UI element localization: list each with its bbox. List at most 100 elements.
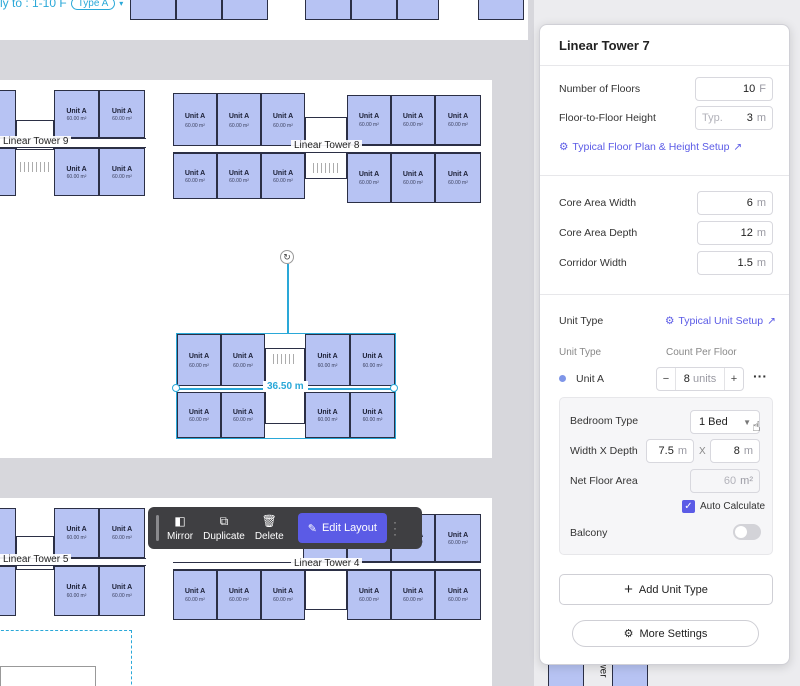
more-vertical-icon[interactable]: · · · — [393, 516, 397, 540]
unit-area: 60.00 m² — [403, 597, 423, 604]
unit-name: Unit A — [184, 112, 206, 120]
unit-cell[interactable]: Unit A60.00 m² — [54, 148, 99, 196]
typical-floor-link[interactable]: ⚙ Typical Floor Plan & Height Setup ↗ — [559, 141, 742, 153]
unit-name: Unit A — [184, 588, 206, 596]
tower-5[interactable]: Unit A 60.00 m² Unit A 60.00 m² Unit A 60.0… — [0, 508, 146, 616]
more-settings-button[interactable]: ⚙ More Settings — [572, 620, 759, 647]
unit-cell[interactable] — [548, 664, 584, 686]
unit-cell[interactable]: Unit A60.00 m² — [173, 570, 217, 620]
unit-cell[interactable] — [222, 0, 268, 20]
depth-input[interactable]: 8 m — [710, 439, 760, 463]
mirror-label: Mirror — [167, 531, 194, 542]
unit-name: Unit A — [184, 169, 206, 177]
core-depth-unit: m — [756, 227, 766, 239]
unit-cell[interactable]: Unit A60.00 m² — [391, 95, 435, 145]
delete-label: Delete — [254, 531, 284, 542]
unit-cell[interactable]: Unit A60.00 m² — [217, 93, 261, 147]
unit-cell[interactable]: Unit A60.00 m² — [435, 153, 481, 203]
unit-cell[interactable]: Unit A60.00 m² — [391, 153, 435, 203]
unit-cell[interactable]: Unit A60.00 m² — [435, 95, 481, 145]
corridor-value: 1.5 — [737, 257, 753, 269]
unit-cell[interactable] — [0, 566, 16, 616]
unit-cell[interactable]: Unit A60.00 m² — [435, 514, 481, 562]
unit-cell[interactable] — [478, 0, 524, 20]
width-input[interactable]: 7.5 m — [646, 439, 694, 463]
chevron-down-icon[interactable]: ▾ — [119, 0, 123, 8]
unit-cell[interactable] — [176, 0, 222, 20]
plus-icon[interactable]: + — [725, 373, 743, 385]
unit-cell[interactable] — [305, 0, 351, 20]
core-depth-input[interactable]: 12 m — [697, 221, 773, 245]
delete-button[interactable]: 🗑 Delete — [255, 514, 284, 542]
mirror-button[interactable]: ◧ Mirror — [167, 514, 193, 542]
external-arrow-icon: ↗ — [767, 315, 776, 327]
unit-area: 60.00 m² — [359, 122, 379, 129]
unit-cell[interactable]: Unit A60.00 m² — [99, 508, 145, 558]
minus-icon[interactable]: − — [657, 373, 675, 385]
auto-calculate-label: Auto Calculate — [700, 501, 766, 512]
type-pill[interactable]: Type A — [70, 0, 116, 10]
count-stepper[interactable]: − 8 units + — [656, 367, 744, 391]
unit-area: 60.00 m² — [229, 597, 249, 604]
typical-unit-label: Typical Unit Setup — [678, 315, 764, 327]
typical-unit-link[interactable]: ⚙ Typical Unit Setup ↗ — [665, 315, 776, 327]
balcony-toggle[interactable] — [733, 524, 761, 540]
core-width-input[interactable]: 6 m — [697, 191, 773, 215]
floors-input[interactable]: 10 F — [695, 77, 773, 101]
unit-cell[interactable]: Unit A60.00 m² — [391, 570, 435, 620]
unit-cell[interactable]: Unit A60.00 m² — [173, 93, 217, 147]
unit-area: 60.00 m² — [185, 178, 205, 185]
unit-cell[interactable]: Unit A60.00 m² — [435, 570, 481, 620]
unit-cell[interactable]: Unit A60.00 m² — [261, 570, 305, 620]
unit-cell[interactable]: Unit A60.00 m² — [173, 153, 217, 199]
auto-calculate-checkbox[interactable]: ✓ — [682, 500, 695, 513]
unit-name: Unit A — [402, 588, 424, 596]
toolbar-grip[interactable] — [156, 515, 159, 541]
unit-cell[interactable]: Unit A60.00 m² — [261, 153, 305, 199]
unit-cell[interactable]: Unit A60.00 m² — [99, 566, 145, 616]
unit-cell[interactable] — [0, 148, 16, 196]
unit-cell[interactable]: Unit A60.00 m² — [261, 93, 305, 147]
unit-cell[interactable]: Unit A60.00 m² — [347, 95, 391, 145]
ftf-input[interactable]: Typ. 3 m — [695, 106, 773, 130]
unit-area: 60.00 m² — [273, 597, 293, 604]
edit-layout-button[interactable]: ✎ Edit Layout — [297, 513, 387, 543]
unit-cell[interactable]: Unit A60.00 m² — [347, 570, 391, 620]
nfa-input: 60 m² — [690, 469, 760, 493]
plus-icon: + — [624, 581, 633, 598]
unit-cell[interactable]: Unit A60.00 m² — [54, 90, 99, 138]
unit-cell[interactable] — [0, 508, 16, 558]
unit-cell[interactable]: Unit A60.00 m² — [99, 148, 145, 196]
count-value: 8 — [683, 373, 690, 385]
unit-cell[interactable]: Unit A60.00 m² — [54, 508, 99, 558]
floors-value: 10 — [743, 83, 756, 95]
unit-cell[interactable] — [351, 0, 397, 20]
corridor-input[interactable]: 1.5 m — [697, 251, 773, 275]
unit-name: Unit A — [447, 171, 469, 179]
core-width-label: Core Area Width — [559, 197, 637, 209]
unit-cell[interactable]: Unit A60.00 m² — [217, 153, 261, 199]
unit-name: Unit A — [228, 169, 250, 177]
tower-9[interactable]: Unit A 60.00 m² Unit A 60.00 m² Unit A 60.0… — [0, 90, 146, 196]
unit-cell[interactable]: Unit A60.00 m² — [217, 570, 261, 620]
apply-floors-bar[interactable]: ly to : 1-10 F Type A ▾ — [0, 0, 123, 10]
add-unit-type-button[interactable]: + Add Unit Type — [559, 574, 773, 605]
dimension-handle-right[interactable] — [390, 384, 398, 392]
bedroom-select[interactable]: 1 Bed ▼ — [690, 410, 760, 434]
unit-cell[interactable] — [397, 0, 439, 20]
unit-cell[interactable]: Unit A60.00 m² — [99, 90, 145, 138]
unit-cell[interactable]: Unit A60.00 m² — [347, 153, 391, 203]
tower-8[interactable]: Unit A 60.00 m² Unit A 60.00 m² Unit A 60.0… — [173, 93, 481, 203]
panel-title: Linear Tower 7 — [559, 38, 650, 53]
unit-cell[interactable] — [612, 664, 648, 686]
unit-cell[interactable] — [0, 90, 16, 138]
more-horizontal-icon[interactable]: ··· — [753, 368, 767, 384]
count-value-wrap: 8 units — [675, 368, 725, 390]
tower-label: Linear Tower 4 — [291, 558, 363, 569]
duplicate-button[interactable]: ⧉ Duplicate — [203, 514, 245, 542]
unit-cell[interactable]: Unit A60.00 m² — [54, 566, 99, 616]
unit-cell[interactable] — [130, 0, 176, 20]
dimension-handle-left[interactable] — [172, 384, 180, 392]
rotate-handle-icon[interactable]: ↻ — [280, 250, 294, 264]
more-settings-label: More Settings — [639, 627, 708, 640]
